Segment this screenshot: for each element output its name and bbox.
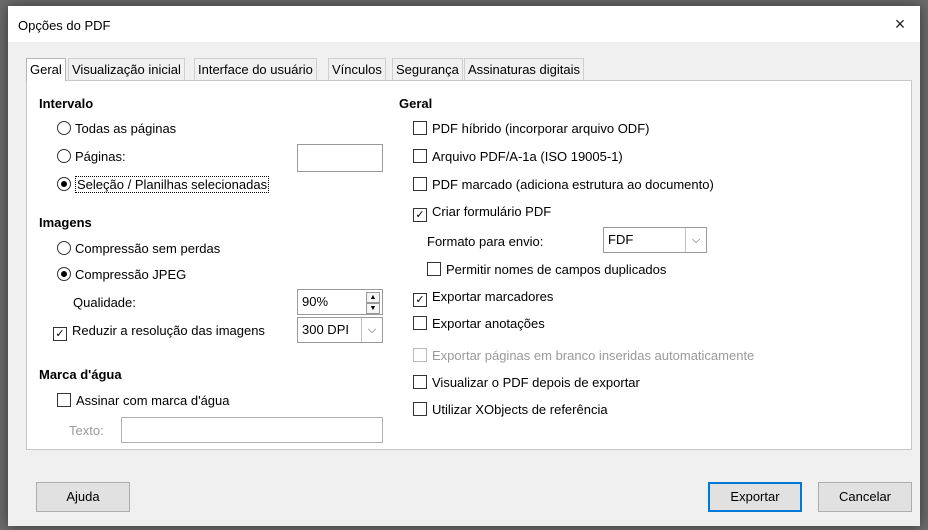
qualidade-label: Qualidade: <box>73 295 136 310</box>
tab-assinaturas-digitais[interactable]: Assinaturas digitais <box>464 58 584 80</box>
checkbox-icon <box>427 262 441 276</box>
radio-paginas[interactable]: Páginas: <box>57 149 126 164</box>
checkbox-pdf-marcado[interactable]: PDF marcado (adiciona estrutura ao docum… <box>413 177 714 192</box>
cancelar-button[interactable]: Cancelar <box>818 482 912 512</box>
checkbox-icon <box>413 121 427 135</box>
texto-input[interactable] <box>121 417 383 443</box>
checkbox-icon <box>413 402 427 416</box>
radio-selecao[interactable]: Seleção / Planilhas selecionadas <box>57 176 270 193</box>
checkbox-criar-formulario[interactable]: ✓ Criar formulário PDF <box>413 204 551 222</box>
texto-label: Texto: <box>69 423 104 438</box>
checkbox-icon <box>413 316 427 330</box>
checkbox-icon <box>413 149 427 163</box>
radio-icon <box>57 121 71 135</box>
spin-up-icon[interactable]: ▲ <box>366 292 380 303</box>
close-icon[interactable]: × <box>886 10 914 38</box>
checkbox-permitir-nomes-duplicados[interactable]: Permitir nomes de campos duplicados <box>427 262 666 277</box>
checkbox-checked-icon: ✓ <box>53 327 67 341</box>
marca-dagua-heading: Marca d'água <box>39 367 122 382</box>
imagens-heading: Imagens <box>39 215 92 230</box>
checkbox-disabled-icon <box>413 348 427 362</box>
intervalo-heading: Intervalo <box>39 96 94 111</box>
radio-compressao-jpeg[interactable]: Compressão JPEG <box>57 267 186 282</box>
tab-vinculos[interactable]: Vínculos <box>328 58 386 80</box>
dpi-dropdown[interactable]: 300 DPI ⌵ <box>297 317 383 343</box>
chevron-down-icon: ⌵ <box>361 318 382 342</box>
checkbox-checked-icon: ✓ <box>413 293 427 307</box>
radio-compressao-sem-perdas[interactable]: Compressão sem perdas <box>57 241 220 256</box>
checkbox-icon <box>57 393 71 407</box>
pdf-options-dialog: Opções do PDF × Geral Visualização inici… <box>8 6 920 526</box>
tab-seguranca[interactable]: Segurança <box>392 58 463 80</box>
checkbox-icon <box>413 375 427 389</box>
exportar-button[interactable]: Exportar <box>708 482 802 512</box>
radio-todas-paginas[interactable]: Todas as páginas <box>57 121 176 136</box>
tab-visualizacao-inicial[interactable]: Visualização inicial <box>68 58 185 80</box>
formato-envio-label: Formato para envio: <box>427 234 544 249</box>
chevron-down-icon: ⌵ <box>685 228 706 252</box>
checkbox-exportar-anotacoes[interactable]: Exportar anotações <box>413 316 545 331</box>
radio-icon <box>57 149 71 163</box>
general-tab-panel: Intervalo Todas as páginas Páginas: Sele… <box>26 80 912 450</box>
radio-selected-icon <box>57 267 71 281</box>
checkbox-pdf-a[interactable]: Arquivo PDF/A-1a (ISO 19005-1) <box>413 149 623 164</box>
checkbox-checked-icon: ✓ <box>413 208 427 222</box>
checkbox-pdf-hibrido[interactable]: PDF híbrido (incorporar arquivo ODF) <box>413 121 649 136</box>
dpi-value: 300 DPI <box>302 322 349 337</box>
radio-icon <box>57 241 71 255</box>
checkbox-assinar-marca-dagua[interactable]: Assinar com marca d'água <box>57 393 230 408</box>
checkbox-reduzir-resolucao[interactable]: ✓ Reduzir a resolução das imagens <box>53 323 265 341</box>
qualidade-spinner[interactable]: 90% ▲ ▼ <box>297 289 383 315</box>
window-title: Opções do PDF <box>18 18 111 33</box>
checkbox-visualizar-pdf[interactable]: Visualizar o PDF depois de exportar <box>413 375 640 390</box>
title-bar: Opções do PDF × <box>8 6 920 42</box>
formato-envio-value: FDF <box>608 232 634 247</box>
paginas-input[interactable] <box>297 144 383 172</box>
geral-heading: Geral <box>399 96 433 111</box>
checkbox-utilizar-xobjects[interactable]: Utilizar XObjects de referência <box>413 402 608 417</box>
tab-geral[interactable]: Geral <box>26 58 66 81</box>
ajuda-button[interactable]: Ajuda <box>36 482 130 512</box>
qualidade-value: 90% <box>302 294 329 309</box>
spin-down-icon[interactable]: ▼ <box>366 303 380 314</box>
tab-interface-do-usuario[interactable]: Interface do usuário <box>194 58 317 80</box>
radio-selected-icon <box>57 177 71 191</box>
checkbox-exportar-marcadores[interactable]: ✓ Exportar marcadores <box>413 289 553 307</box>
checkbox-exportar-paginas-em-branco: Exportar páginas em branco inseridas aut… <box>413 348 754 363</box>
formato-envio-dropdown[interactable]: FDF ⌵ <box>603 227 707 253</box>
checkbox-icon <box>413 177 427 191</box>
